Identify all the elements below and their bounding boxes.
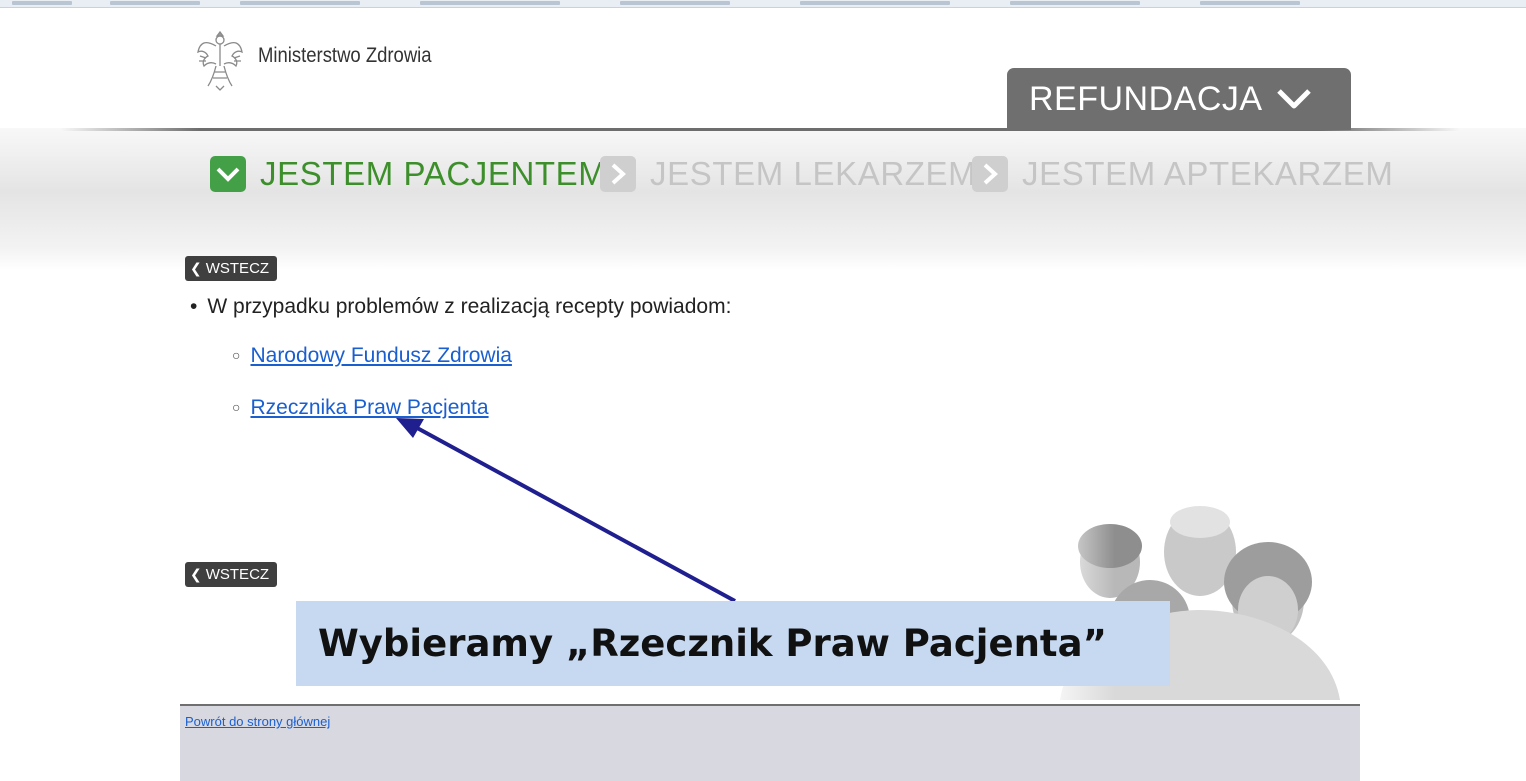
nav-item-label: JESTEM APTEKARZEM [1022,155,1394,192]
intro-text: W przypadku problemów z realizacją recep… [207,295,732,318]
intro-item: • W przypadku problemów z realizacją rece… [190,295,731,319]
chevron-right-icon [600,156,636,192]
bullet-icon: • [190,295,198,318]
checkbox-check-icon [210,156,246,192]
refundacja-menu-button[interactable]: REFUNDACJA [1007,68,1351,130]
nav-item-aptekarz[interactable]: JESTEM APTEKARZEM [972,155,1393,193]
list-item: ○ Rzecznika Praw Pacjenta [232,396,489,420]
back-label: WSTECZ [205,566,270,583]
chevron-down-icon [1276,89,1311,109]
circle-bullet-icon: ○ [232,347,241,363]
back-button-bottom[interactable]: ❮ WSTECZ [185,562,278,587]
home-link[interactable]: Powrót do strony głównej [185,714,330,729]
nav-item-pacjent[interactable]: JESTEM PACJENTEM [210,155,606,193]
callout-text: Wybieramy „Rzecznik Praw Pacjenta” [318,622,1107,665]
nav-item-label: JESTEM PACJENTEM [260,155,607,192]
refundacja-label: REFUNDACJA [1029,79,1263,118]
back-arrow-icon: ❮ [190,566,202,582]
annotation-callout: Wybieramy „Rzecznik Praw Pacjenta” [296,601,1170,686]
ministry-logo-text[interactable]: Ministerstwo Zdrowia [258,44,432,68]
back-arrow-icon: ❮ [190,260,202,276]
list-item: ○ Narodowy Fundusz Zdrowia [232,344,512,368]
footer [180,704,1360,781]
navigation-band [0,128,1526,270]
polish-eagle-icon [197,30,243,91]
nav-item-lekarz[interactable]: JESTEM LEKARZEM [600,155,976,193]
link-rzecznik-praw-pacjenta[interactable]: Rzecznika Praw Pacjenta [250,396,488,419]
link-nfz[interactable]: Narodowy Fundusz Zdrowia [250,344,511,367]
chevron-right-icon [972,156,1008,192]
circle-bullet-icon: ○ [232,399,241,415]
browser-toolbar-strip [0,0,1526,8]
back-label: WSTECZ [205,260,270,277]
nav-item-label: JESTEM LEKARZEM [650,155,977,192]
back-button-top[interactable]: ❮ WSTECZ [185,256,278,281]
